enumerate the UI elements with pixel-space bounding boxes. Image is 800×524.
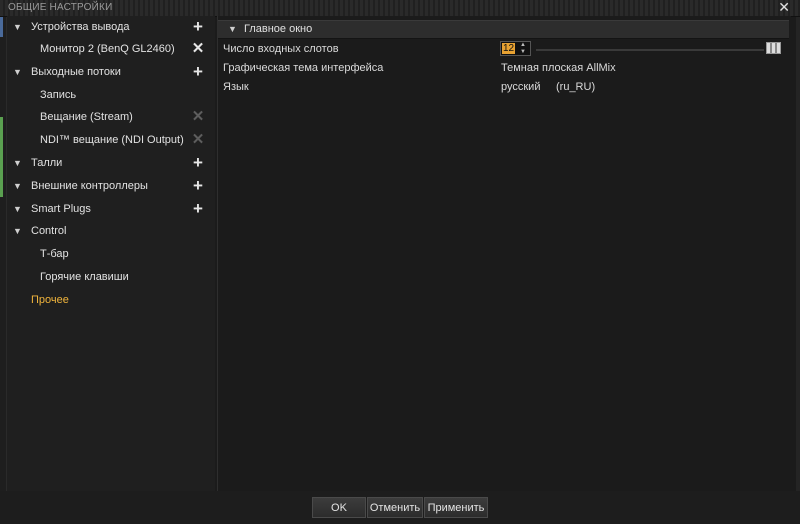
slots-value[interactable]: 12 bbox=[502, 43, 515, 54]
dialog-footer: OK Отменить Применить bbox=[0, 491, 800, 524]
sidebar-item-control[interactable]: ▼ Control bbox=[7, 220, 215, 242]
cancel-button[interactable]: Отменить bbox=[367, 497, 423, 518]
add-icon[interactable]: + bbox=[191, 152, 205, 174]
sidebar-item-output-streams[interactable]: ▼ Выходные потоки + bbox=[7, 61, 215, 83]
apply-button[interactable]: Применить bbox=[424, 497, 488, 518]
language-value[interactable]: русский bbox=[501, 78, 540, 97]
add-icon[interactable]: + bbox=[191, 175, 205, 197]
ok-button[interactable]: OK bbox=[312, 497, 366, 518]
settings-sidebar: ▼ Устройства вывода + Монитор 2 (BenQ GL… bbox=[7, 16, 215, 491]
slots-spinbox[interactable]: 12 ▲ ▼ bbox=[500, 41, 531, 56]
sidebar-item-output-devices[interactable]: ▼ Устройства вывода + bbox=[7, 16, 215, 38]
expand-arrow-icon[interactable]: ▼ bbox=[13, 16, 22, 38]
sidebar-item-recording[interactable]: Запись bbox=[7, 84, 215, 106]
property-language: Язык русский (ru_RU) bbox=[218, 78, 789, 97]
property-label: Графическая тема интерфейса bbox=[223, 62, 384, 74]
remove-icon: ✕ bbox=[191, 131, 205, 148]
section-title: Главное окно bbox=[244, 23, 313, 35]
add-icon[interactable]: + bbox=[191, 198, 205, 220]
expand-arrow-icon[interactable]: ▼ bbox=[13, 175, 22, 197]
property-theme: Графическая тема интерфейса Темная плоск… bbox=[218, 59, 789, 78]
sidebar-item-monitor-2[interactable]: Монитор 2 (BenQ GL2460) ✕ bbox=[7, 38, 215, 60]
sidebar-item-other[interactable]: Прочее bbox=[7, 289, 215, 311]
sidebar-item-external-controllers[interactable]: ▼ Внешние контроллеры + bbox=[7, 175, 215, 197]
window-titlebar: ОБЩИЕ НАСТРОЙКИ ✕ bbox=[0, 0, 800, 17]
add-icon[interactable]: + bbox=[191, 61, 205, 83]
window-title: ОБЩИЕ НАСТРОЙКИ bbox=[8, 2, 113, 13]
expand-arrow-icon[interactable]: ▼ bbox=[13, 220, 22, 242]
property-label: Число входных слотов bbox=[223, 43, 339, 55]
sidebar-item-t-bar[interactable]: Т-бар bbox=[7, 243, 215, 265]
remove-icon: ✕ bbox=[191, 108, 205, 125]
spin-up-icon[interactable]: ▲ bbox=[517, 42, 529, 48]
spin-down-icon[interactable]: ▼ bbox=[517, 49, 529, 55]
background-window-edge-right bbox=[796, 17, 800, 507]
sidebar-item-tally[interactable]: ▼ Талли + bbox=[7, 152, 215, 174]
expand-arrow-icon[interactable]: ▼ bbox=[13, 61, 22, 83]
background-window-edge bbox=[0, 17, 7, 507]
property-label: Язык bbox=[223, 81, 249, 93]
collapse-arrow-icon[interactable]: ▼ bbox=[228, 21, 237, 38]
remove-icon[interactable]: ✕ bbox=[191, 38, 205, 60]
language-code: (ru_RU) bbox=[556, 81, 596, 93]
edge-bar bbox=[0, 17, 3, 37]
add-icon[interactable]: + bbox=[191, 16, 205, 38]
slots-slider-track[interactable] bbox=[536, 49, 764, 51]
sidebar-item-stream[interactable]: Вещание (Stream) ✕ bbox=[7, 106, 215, 128]
theme-value[interactable]: Темная плоская AllMix bbox=[501, 59, 616, 78]
expand-arrow-icon[interactable]: ▼ bbox=[13, 198, 22, 220]
settings-panel: ▼ Главное окно Число входных слотов 12 ▲… bbox=[217, 16, 791, 491]
sidebar-item-smart-plugs[interactable]: ▼ Smart Plugs + bbox=[7, 198, 215, 220]
edge-bar bbox=[0, 117, 3, 197]
sidebar-item-ndi-output[interactable]: NDI™ вещание (NDI Output) ✕ bbox=[7, 129, 215, 151]
close-icon[interactable]: ✕ bbox=[778, 0, 790, 15]
slots-slider-thumb[interactable] bbox=[766, 42, 781, 54]
property-input-slots: Число входных слотов 12 ▲ ▼ bbox=[218, 40, 789, 59]
sidebar-item-hotkeys[interactable]: Горячие клавиши bbox=[7, 266, 215, 288]
section-header-main-window[interactable]: ▼ Главное окно bbox=[218, 20, 789, 39]
expand-arrow-icon[interactable]: ▼ bbox=[13, 152, 22, 174]
